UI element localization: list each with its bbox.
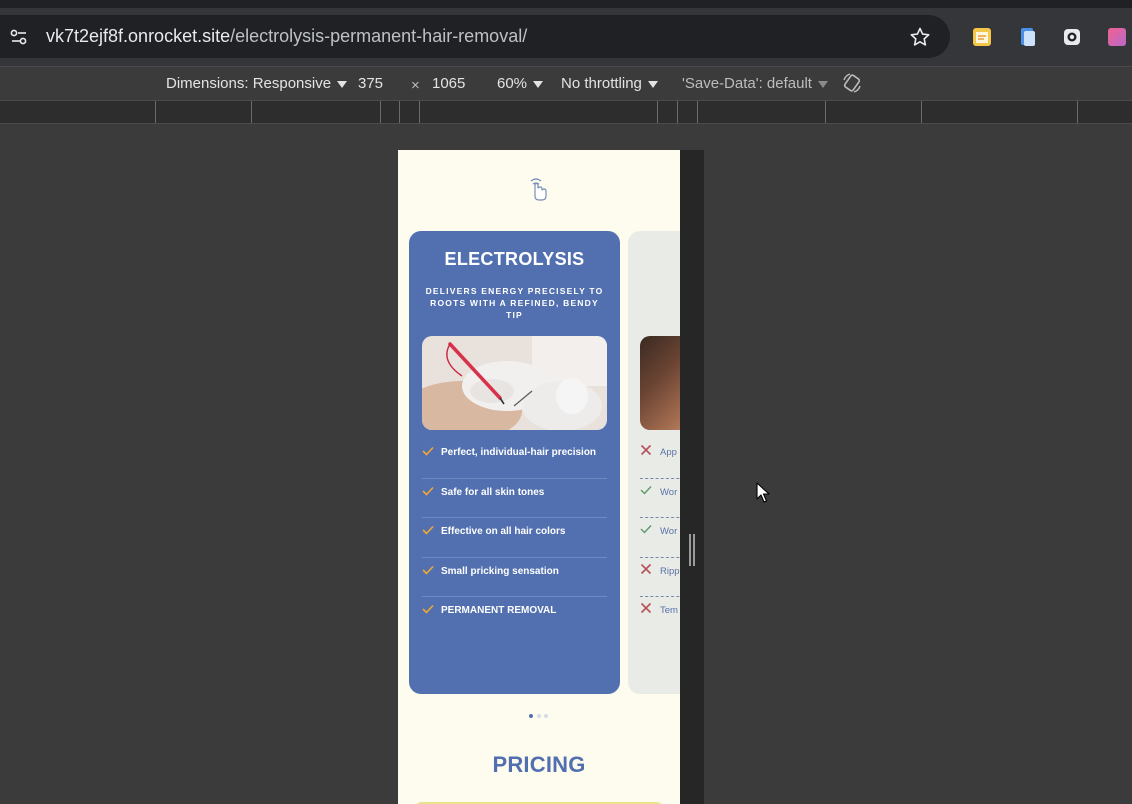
check-icon <box>422 565 434 575</box>
feature-label: Safe for all skin tones <box>441 486 545 498</box>
carousel-pagination <box>529 714 551 719</box>
ruler-tick <box>921 101 922 123</box>
feature-list: Perfect, individual-hair precision Safe … <box>422 439 607 637</box>
list-item: Wor <box>640 479 680 519</box>
list-item: App <box>640 439 680 479</box>
color-extension-icon[interactable] <box>1106 26 1128 48</box>
docs-extension-icon[interactable] <box>1016 26 1038 48</box>
dimensions-label: Dimensions: Responsive <box>166 75 332 92</box>
resize-grip-icon <box>689 534 695 566</box>
ruler-tick <box>825 101 826 123</box>
record-extension-icon[interactable] <box>1061 26 1083 48</box>
cross-icon <box>640 444 652 456</box>
list-item: Effective on all hair colors <box>422 518 607 558</box>
row-label: Tem <box>660 605 678 617</box>
feature-label: PERMANENT REMOVAL <box>441 605 557 617</box>
cross-icon <box>640 563 652 574</box>
pricing-heading: PRICING <box>492 752 586 777</box>
carousel-dot-2[interactable] <box>537 714 541 718</box>
width-input[interactable]: 375 <box>358 75 383 92</box>
ruler-tick <box>419 101 420 123</box>
swipe-hand-icon <box>530 178 547 201</box>
times-separator: × <box>411 77 420 94</box>
row-label: Wor <box>660 486 678 498</box>
check-icon <box>640 485 652 495</box>
ruler-tick <box>657 101 658 123</box>
ruler-tick <box>251 101 252 123</box>
url-text[interactable]: vk7t2ejf8f.onrocket.site/electrolysis-pe… <box>46 26 527 47</box>
electrolysis-card: ELECTROLYSIS DELIVERS ENERGY PRECISELY T… <box>409 231 620 694</box>
row-label: Wor <box>660 526 678 538</box>
notes-extension-icon[interactable] <box>971 26 993 48</box>
ruler-tick <box>380 101 381 123</box>
check-icon <box>422 526 434 535</box>
comparison-card-partial[interactable]: App Wor Wor Ripp Tem <box>628 231 680 694</box>
ruler-tick <box>399 101 400 123</box>
card-title: ELECTROLYSIS <box>444 249 585 269</box>
throttling-dropdown[interactable]: No throttling <box>561 75 658 92</box>
height-input[interactable]: 1065 <box>432 75 465 92</box>
resize-handle[interactable] <box>680 150 704 804</box>
device-toolbar: Dimensions: Responsive 375 × 1065 60% No… <box>0 66 1132 100</box>
list-item: PERMANENT REMOVAL <box>422 597 607 637</box>
laser-treatment-photo <box>640 336 680 430</box>
mobile-page-frame[interactable]: ELECTROLYSIS DELIVERS ENERGY PRECISELY T… <box>398 150 680 804</box>
electrolysis-treatment-photo <box>422 336 607 430</box>
check-icon <box>640 525 652 534</box>
throttling-label: No throttling <box>561 75 642 92</box>
emulated-viewport-area: ELECTROLYSIS DELIVERS ENERGY PRECISELY T… <box>0 124 1132 804</box>
list-item: Safe for all skin tones <box>422 479 607 519</box>
list-item: Perfect, individual-hair precision <box>422 439 607 479</box>
ruler-tick <box>677 101 678 123</box>
dimensions-dropdown[interactable]: Dimensions: Responsive <box>166 75 348 92</box>
bookmark-star-icon[interactable] <box>908 25 932 49</box>
chevron-down-icon <box>337 80 348 88</box>
feature-label: Perfect, individual-hair precision <box>441 447 597 458</box>
chevron-down-icon <box>647 80 658 88</box>
site-info-icon[interactable] <box>8 26 30 48</box>
carousel-dot-1[interactable] <box>529 714 533 718</box>
chevron-down-icon <box>533 80 544 88</box>
url-path: /electrolysis-permanent-hair-removal/ <box>230 26 528 46</box>
ruler-tick <box>155 101 156 123</box>
row-label: Ripp <box>660 565 680 577</box>
cross-icon <box>640 603 652 614</box>
tab-strip <box>0 0 1132 8</box>
save-data-label: 'Save-Data': default <box>682 75 812 92</box>
browser-toolbar: vk7t2ejf8f.onrocket.site/electrolysis-pe… <box>0 8 1132 66</box>
chevron-down-icon <box>817 80 828 88</box>
ruler-tick <box>697 101 698 123</box>
zoom-dropdown[interactable]: 60% <box>497 75 544 92</box>
list-item: Tem <box>640 597 680 637</box>
feature-label: Effective on all hair colors <box>441 526 566 538</box>
mouse-cursor-icon <box>756 482 770 503</box>
media-query-ruler[interactable] <box>0 100 1132 124</box>
feature-label: Small pricking sensation <box>441 565 559 577</box>
check-icon <box>422 446 434 456</box>
list-item: Wor <box>640 518 680 558</box>
card-subtitle: DELIVERS ENERGY PRECISELY TO ROOTS WITH … <box>425 286 604 320</box>
save-data-dropdown[interactable]: 'Save-Data': default <box>682 75 828 92</box>
carousel-dot-3[interactable] <box>544 714 548 718</box>
address-bar[interactable]: vk7t2ejf8f.onrocket.site/electrolysis-pe… <box>0 15 950 58</box>
check-icon <box>422 605 434 615</box>
check-icon <box>422 486 434 496</box>
ruler-tick <box>1077 101 1078 123</box>
zoom-label: 60% <box>497 75 528 92</box>
list-item: Ripp <box>640 558 680 598</box>
url-host: vk7t2ejf8f.onrocket.site <box>46 26 231 46</box>
row-label: App <box>660 447 677 458</box>
list-item: Small pricking sensation <box>422 558 607 598</box>
rotate-icon[interactable] <box>841 72 863 94</box>
